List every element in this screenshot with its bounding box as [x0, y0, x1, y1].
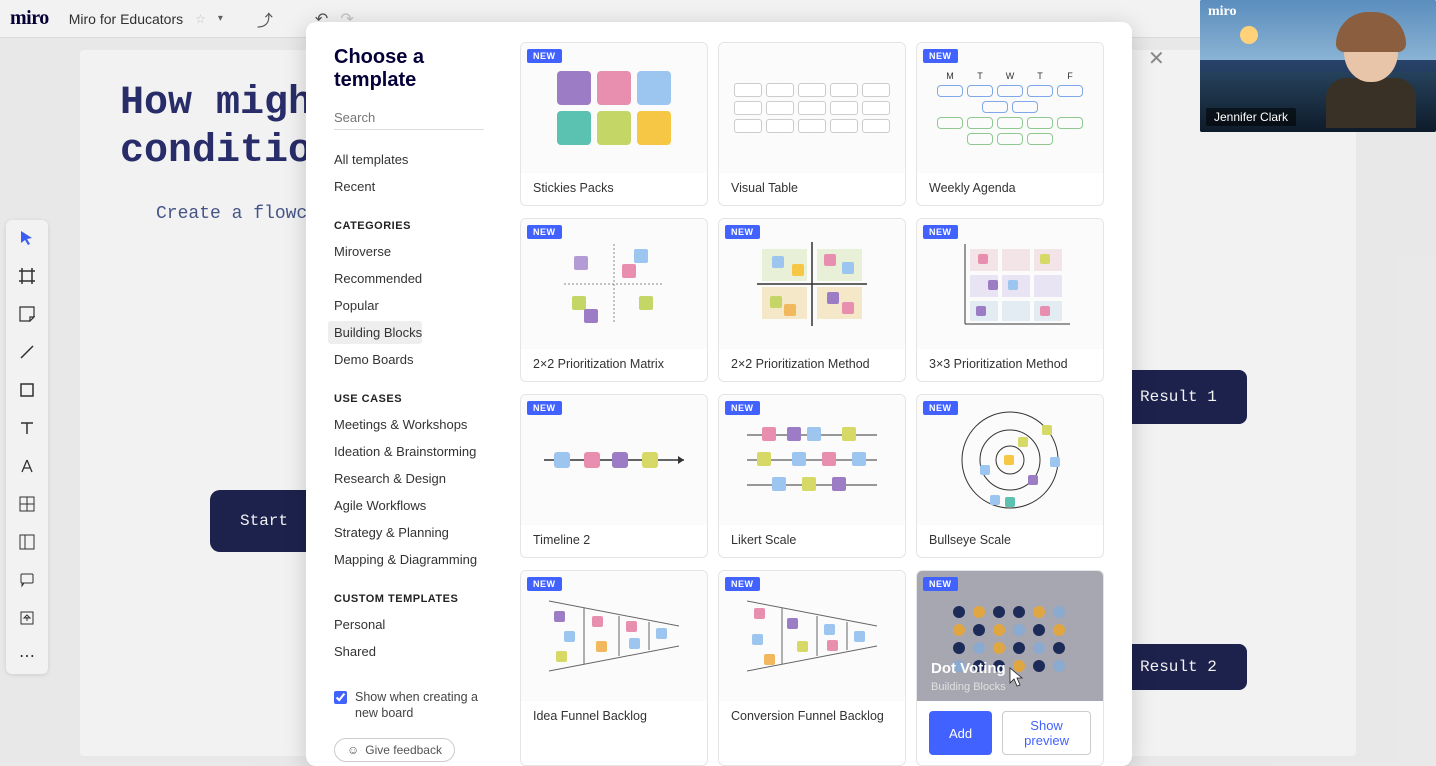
- template-card-dot-voting[interactable]: NEW Dot Voting Building Blocks Add: [916, 570, 1104, 766]
- template-title: 2×2 Prioritization Matrix: [521, 349, 707, 381]
- feedback-label: Give feedback: [365, 743, 442, 757]
- template-modal: Choose a template All templates Recent C…: [306, 22, 1132, 766]
- template-card-likert[interactable]: NEW Likert Scale: [718, 394, 906, 558]
- template-title: Visual Table: [719, 173, 905, 205]
- usecase-research[interactable]: Research & Design: [334, 467, 484, 490]
- cursor-icon: [1007, 667, 1025, 689]
- template-title: Weekly Agenda: [917, 173, 1103, 205]
- template-card-weekly-agenda[interactable]: NEW MTWTF Weekly Agenda: [916, 42, 1104, 206]
- new-badge: NEW: [725, 577, 760, 591]
- search-input[interactable]: [334, 106, 484, 130]
- usecase-agile[interactable]: Agile Workflows: [334, 494, 484, 517]
- modal-title: Choose a template: [334, 46, 484, 92]
- usecase-ideation[interactable]: Ideation & Brainstorming: [334, 440, 484, 463]
- usecase-mapping[interactable]: Mapping & Diagramming: [334, 548, 484, 571]
- hover-subtitle: Building Blocks: [931, 681, 1006, 693]
- nav-all-templates[interactable]: All templates: [334, 148, 484, 171]
- new-badge: NEW: [527, 225, 562, 239]
- new-badge: NEW: [527, 49, 562, 63]
- category-demo-boards[interactable]: Demo Boards: [334, 348, 484, 371]
- template-title: Idea Funnel Backlog: [521, 701, 707, 733]
- template-card-bullseye[interactable]: NEW Bullseye Scale: [916, 394, 1104, 558]
- template-card-2x2-method[interactable]: NEW 2×2 Prioritization Method: [718, 218, 906, 382]
- template-card-visual-table[interactable]: Visual Table: [718, 42, 906, 206]
- presenter-name: Jennifer Clark: [1206, 108, 1296, 126]
- modal-sidebar: Choose a template All templates Recent C…: [306, 22, 502, 766]
- new-badge: NEW: [923, 401, 958, 415]
- template-title: Timeline 2: [521, 525, 707, 557]
- category-recommended[interactable]: Recommended: [334, 267, 484, 290]
- smile-icon: ☺: [347, 743, 359, 757]
- template-grid: NEW Stickies Packs Visual Table: [502, 22, 1132, 766]
- usecase-meetings[interactable]: Meetings & Workshops: [334, 413, 484, 436]
- template-card-idea-funnel[interactable]: NEW Idea Funnel Backlog: [520, 570, 708, 766]
- show-preview-button[interactable]: Show preview: [1002, 711, 1091, 755]
- template-card-conversion-funnel[interactable]: NEW Conversion Funnel Backlog: [718, 570, 906, 766]
- usecase-strategy[interactable]: Strategy & Planning: [334, 521, 484, 544]
- usecases-heading: USE CASES: [334, 393, 484, 405]
- hover-title: Dot Voting: [931, 660, 1006, 677]
- template-card-timeline2[interactable]: NEW Timeline 2: [520, 394, 708, 558]
- video-logo: miro: [1208, 4, 1237, 20]
- custom-shared[interactable]: Shared: [334, 640, 484, 663]
- close-icon[interactable]: ✕: [1148, 46, 1165, 71]
- add-template-button[interactable]: Add: [929, 711, 992, 755]
- template-title: Stickies Packs: [521, 173, 707, 205]
- template-title: Bullseye Scale: [917, 525, 1103, 557]
- template-title: Conversion Funnel Backlog: [719, 701, 905, 733]
- new-badge: NEW: [527, 577, 562, 591]
- new-badge: NEW: [725, 401, 760, 415]
- template-card-3x3-method[interactable]: NEW 3×3 Prioritization Method: [916, 218, 1104, 382]
- give-feedback-button[interactable]: ☺ Give feedback: [334, 738, 455, 762]
- template-title: 2×2 Prioritization Method: [719, 349, 905, 381]
- category-building-blocks[interactable]: Building Blocks: [328, 321, 422, 344]
- custom-heading: CUSTOM TEMPLATES: [334, 593, 484, 605]
- category-miroverse[interactable]: Miroverse: [334, 240, 484, 263]
- new-badge: NEW: [923, 225, 958, 239]
- template-title: Likert Scale: [719, 525, 905, 557]
- template-card-stickies-packs[interactable]: NEW Stickies Packs: [520, 42, 708, 206]
- new-badge: NEW: [923, 49, 958, 63]
- categories-heading: CATEGORIES: [334, 220, 484, 232]
- presenter-video[interactable]: miro Jennifer Clark: [1200, 0, 1436, 132]
- show-on-create-toggle[interactable]: Show when creating a new board: [334, 689, 484, 722]
- new-badge: NEW: [923, 577, 958, 591]
- template-title: 3×3 Prioritization Method: [917, 349, 1103, 381]
- category-popular[interactable]: Popular: [334, 294, 484, 317]
- new-badge: NEW: [725, 225, 760, 239]
- new-badge: NEW: [527, 401, 562, 415]
- template-card-2x2-matrix[interactable]: NEW 2×2 Prioritization Matrix: [520, 218, 708, 382]
- show-on-create-checkbox[interactable]: [334, 691, 347, 704]
- show-on-create-label: Show when creating a new board: [355, 689, 484, 722]
- nav-recent[interactable]: Recent: [334, 175, 484, 198]
- custom-personal[interactable]: Personal: [334, 613, 484, 636]
